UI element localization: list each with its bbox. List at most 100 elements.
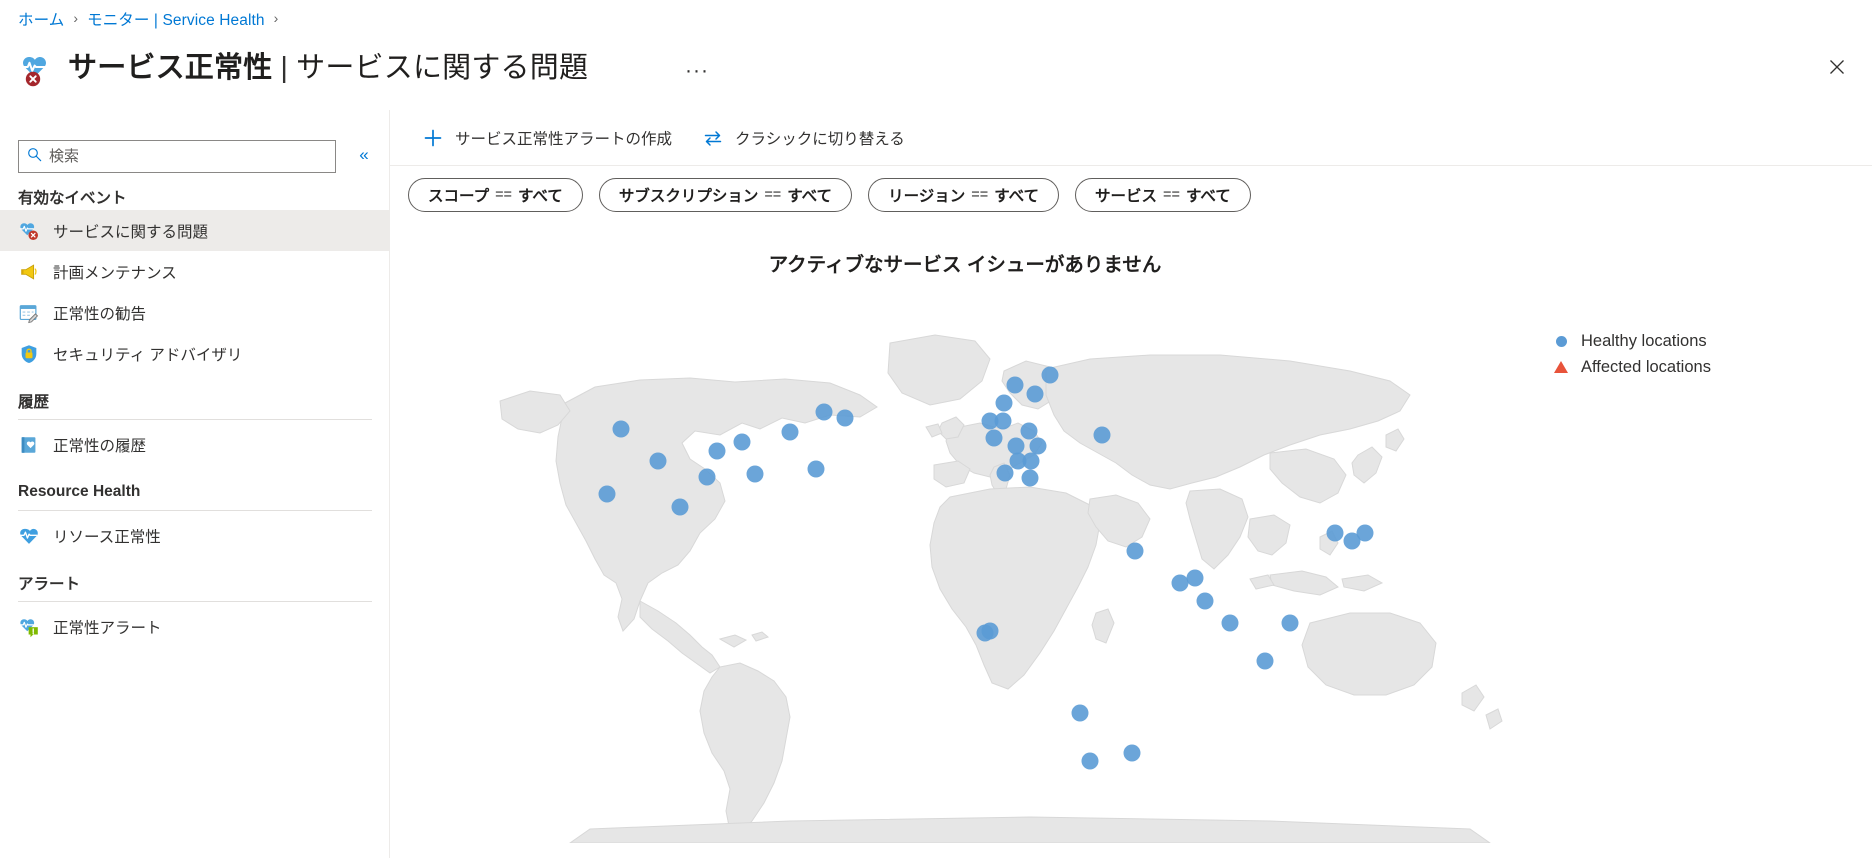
- map-healthy-dot[interactable]: [981, 622, 999, 640]
- breadcrumb-monitor[interactable]: モニター | Service Health: [87, 8, 265, 30]
- sidebar-item-health-advisories[interactable]: 正常性の勧告: [0, 292, 389, 333]
- page-title: サービス正常性 | サービスに関する問題: [68, 44, 588, 86]
- map-healthy-dot[interactable]: [671, 498, 689, 516]
- map-healthy-dot[interactable]: [815, 403, 833, 421]
- command-label: サービス正常性アラートの作成: [455, 130, 673, 148]
- title-bar: サービス正常性 | サービスに関する問題 ···: [0, 36, 1872, 98]
- filter-field: スコープ: [428, 188, 490, 205]
- service-issue-icon: [18, 220, 40, 242]
- sidebar-item-planned-maintenance[interactable]: 計画メンテナンス: [0, 251, 389, 292]
- sidebar-item-resource-health[interactable]: リソース正常性: [0, 515, 389, 556]
- filter-field: サービス: [1095, 188, 1158, 205]
- map-healthy-dot[interactable]: [985, 429, 1003, 447]
- map-healthy-dot[interactable]: [994, 412, 1012, 430]
- map-healthy-dot[interactable]: [781, 423, 799, 441]
- map-healthy-dot[interactable]: [1126, 542, 1144, 560]
- map-healthy-dot[interactable]: [1022, 452, 1040, 470]
- map-healthy-dot[interactable]: [1041, 366, 1059, 384]
- service-health-page: ホーム › モニター | Service Health › サービス正常性 | サー…: [0, 0, 1872, 858]
- filter-operator: ==: [971, 187, 989, 203]
- map-healthy-dot[interactable]: [649, 452, 667, 470]
- map-healthy-dot[interactable]: [1123, 744, 1141, 762]
- plus-icon: [420, 127, 446, 149]
- world-map-svg: [499, 334, 1503, 843]
- sidebar-nav: 有効なイベント サービスに関する問題 計画メンテナンス 正常性の勧告 セキュリテ…: [0, 184, 389, 647]
- map-healthy-dot[interactable]: [1196, 592, 1214, 610]
- map-healthy-dot[interactable]: [1026, 385, 1044, 403]
- sidebar-item-health-alerts[interactable]: 正常性アラート: [0, 606, 389, 647]
- breadcrumb-separator-icon-2: ›: [273, 10, 279, 26]
- search-input[interactable]: [42, 142, 327, 171]
- sidebar-item-health-history[interactable]: 正常性の履歴: [0, 424, 389, 465]
- map-healthy-dot[interactable]: [1007, 437, 1025, 455]
- map-healthy-dot[interactable]: [836, 409, 854, 427]
- map-healthy-dot[interactable]: [1071, 704, 1089, 722]
- sidebar-item-label: リソース正常性: [53, 528, 161, 546]
- legend-label: Affected locations: [1581, 357, 1711, 376]
- filter-operator: ==: [1163, 187, 1180, 203]
- search-field-wrapper: [18, 140, 336, 173]
- map-legend: Healthy locations Affected locations: [1550, 328, 1711, 380]
- map-healthy-dot[interactable]: [1326, 524, 1344, 542]
- map-healthy-dot[interactable]: [995, 394, 1013, 412]
- create-service-health-alert-button[interactable]: サービス正常性アラートの作成: [418, 120, 684, 156]
- map-healthy-dot[interactable]: [1221, 614, 1239, 632]
- map-healthy-dot[interactable]: [1186, 569, 1204, 587]
- planned-maintenance-icon: [18, 261, 40, 283]
- filter-field: リージョン: [888, 188, 966, 205]
- legend-item-healthy: Healthy locations: [1550, 328, 1711, 354]
- filter-field: サブスクリプション: [618, 188, 759, 205]
- sidebar-section-divider: [18, 510, 372, 511]
- map-healthy-dot[interactable]: [1020, 422, 1038, 440]
- security-advisory-icon: [18, 343, 40, 365]
- filter-value: すべて: [994, 188, 1039, 205]
- map-healthy-dot[interactable]: [612, 420, 630, 438]
- world-map[interactable]: [390, 283, 1540, 843]
- sidebar-item-label: 正常性アラート: [53, 619, 162, 637]
- close-icon[interactable]: [1820, 50, 1854, 84]
- map-healthy-dot[interactable]: [1281, 614, 1299, 632]
- map-healthy-dot[interactable]: [598, 485, 616, 503]
- filter-value: すべて: [1185, 188, 1231, 205]
- map-healthy-dot[interactable]: [1081, 752, 1099, 770]
- map-healthy-dot[interactable]: [1171, 574, 1189, 592]
- map-healthy-dot[interactable]: [698, 468, 716, 486]
- sidebar-section-resource-health: Resource Health: [18, 483, 141, 500]
- breadcrumb-home[interactable]: ホーム: [18, 8, 64, 30]
- sidebar-item-service-issues[interactable]: サービスに関する問題: [0, 210, 389, 251]
- filter-pill-scope[interactable]: スコープ == すべて: [408, 178, 583, 212]
- map-healthy-dot[interactable]: [1006, 376, 1024, 394]
- map-healthy-dot[interactable]: [746, 465, 764, 483]
- switch-to-classic-button[interactable]: クラシックに切り替える: [698, 120, 917, 156]
- sidebar-item-security-advisories[interactable]: セキュリティ アドバイザリ: [0, 333, 389, 374]
- map-healthy-dot[interactable]: [733, 433, 751, 451]
- map-healthy-dot[interactable]: [1093, 426, 1111, 444]
- sidebar: « 有効なイベント サービスに関する問題: [0, 110, 390, 858]
- map-healthy-dot[interactable]: [1256, 652, 1274, 670]
- filter-pill-region[interactable]: リージョン == すべて: [868, 178, 1059, 212]
- collapse-sidebar-button[interactable]: «: [352, 142, 376, 168]
- service-health-error-icon: [18, 50, 58, 90]
- breadcrumb: ホーム › モニター | Service Health ›: [18, 6, 287, 32]
- filter-pill-bar: スコープ == すべて サブスクリプション == すべて リージョン == すべ…: [390, 167, 1872, 223]
- no-active-issues-heading: アクティブなサービス イシューがありません: [768, 254, 1162, 276]
- map-healthy-dot[interactable]: [1029, 437, 1047, 455]
- map-healthy-dot[interactable]: [708, 442, 726, 460]
- page-title-separator: |: [280, 52, 289, 84]
- more-options-button[interactable]: ···: [685, 60, 709, 81]
- filter-pill-service[interactable]: サービス == すべて: [1075, 178, 1251, 212]
- map-healthy-dot[interactable]: [1356, 524, 1374, 542]
- command-bar: サービス正常性アラートの作成 クラシックに切り替える: [390, 110, 1872, 166]
- map-healthy-dot[interactable]: [1021, 469, 1039, 487]
- filter-pill-subscription[interactable]: サブスクリプション == すべて: [598, 178, 853, 212]
- healthy-dot-icon: [1550, 330, 1572, 352]
- filter-value: すべて: [787, 188, 833, 205]
- health-alert-icon: [18, 616, 40, 638]
- sidebar-item-label: 計画メンテナンス: [53, 264, 177, 282]
- map-healthy-dot[interactable]: [807, 460, 825, 478]
- sidebar-section-active-events: 有効なイベント: [18, 190, 127, 207]
- content-area: サービス正常性アラートの作成 クラシックに切り替える スコープ == すべて サ…: [390, 110, 1872, 858]
- legend-item-affected: Affected locations: [1550, 354, 1711, 380]
- search-box[interactable]: [18, 140, 336, 173]
- map-healthy-dot[interactable]: [996, 464, 1014, 482]
